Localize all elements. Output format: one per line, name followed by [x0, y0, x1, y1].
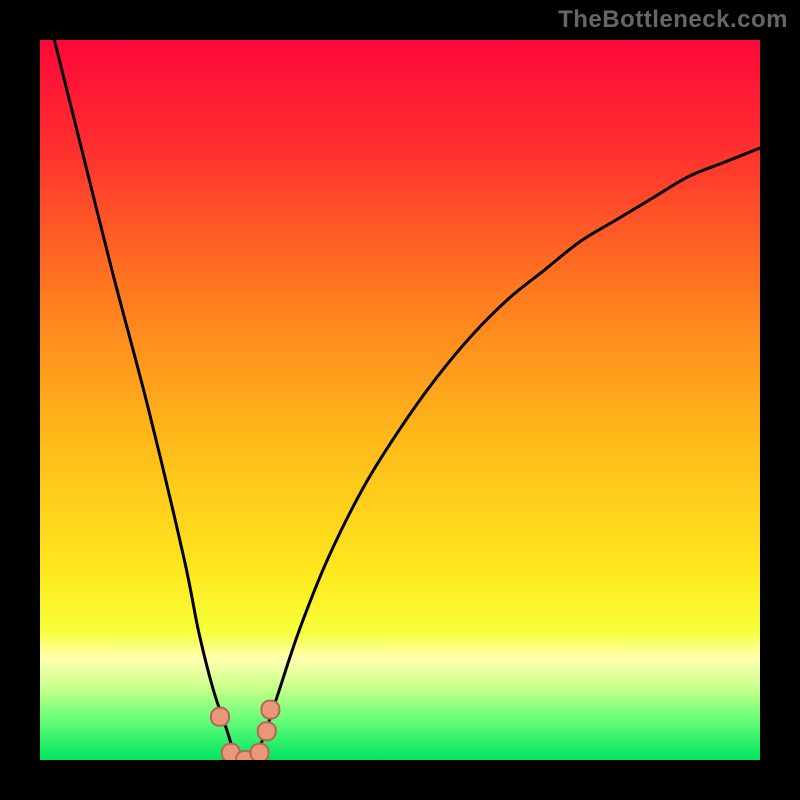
watermark-text: TheBottleneck.com [558, 6, 788, 34]
data-marker [251, 744, 269, 760]
data-marker [211, 708, 229, 726]
gradient-background [40, 40, 760, 760]
plot-area [40, 40, 760, 760]
chart-frame: TheBottleneck.com [0, 0, 800, 800]
data-marker [258, 722, 276, 740]
plot-svg [40, 40, 760, 760]
data-marker [261, 701, 279, 719]
